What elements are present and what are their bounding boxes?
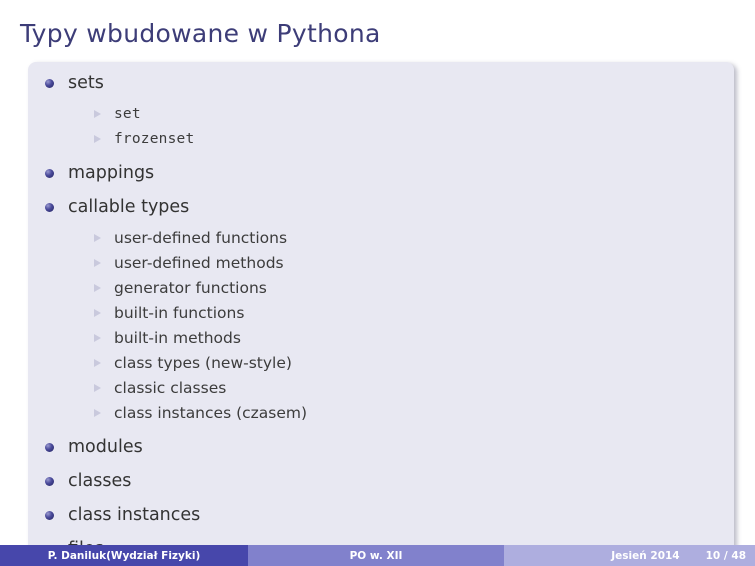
list-item-label: class instances: [68, 505, 201, 525]
ball-bullet-icon: [45, 203, 54, 212]
triangle-bullet-icon: [94, 359, 101, 367]
footer-author: P. Daniluk(Wydział Fizyki): [0, 545, 248, 566]
footer-presentation-title: PO w. XII: [248, 545, 504, 566]
list-item-classes: classes: [28, 471, 734, 491]
list-item-label: classic classes: [114, 379, 227, 397]
list-item-callable-types: callable types: [28, 197, 734, 217]
list-item-label: frozenset: [114, 131, 195, 147]
list-item-class-instances-czasem: class instances (czasem): [28, 403, 734, 423]
list-item-user-defined-functions: user-defined functions: [28, 228, 734, 248]
list-item-generator-functions: generator functions: [28, 278, 734, 298]
list-item-label: built-in functions: [114, 304, 245, 322]
content-block: sets set frozenset mappings callable typ…: [28, 62, 734, 554]
footer-page-number: 10 / 48: [705, 549, 746, 562]
page-title: Typy wbudowane w Pythona: [20, 19, 381, 48]
triangle-bullet-icon: [94, 135, 101, 143]
list-item-label: class types (new-style): [114, 354, 292, 372]
list-item-modules: modules: [28, 437, 734, 457]
list-item-frozenset: frozenset: [28, 129, 734, 149]
footer-author-label: P. Daniluk(Wydział Fizyki): [47, 549, 201, 562]
list-item-user-defined-methods: user-defined methods: [28, 253, 734, 273]
list-item-label: generator functions: [114, 279, 267, 297]
list-item-label: callable types: [68, 197, 190, 217]
ball-bullet-icon: [45, 79, 54, 88]
ball-bullet-icon: [45, 511, 54, 520]
triangle-bullet-icon: [94, 334, 101, 342]
list-item-built-in-methods: built-in methods: [28, 328, 734, 348]
ball-bullet-icon: [45, 443, 54, 452]
list-item-label: user-defined functions: [114, 229, 288, 247]
list-item-classic-classes: classic classes: [28, 378, 734, 398]
list-item-label: sets: [68, 73, 104, 93]
triangle-bullet-icon: [94, 234, 101, 242]
list-item-built-in-functions: built-in functions: [28, 303, 734, 323]
list-item-set: set: [28, 104, 734, 124]
list-item-sets: sets: [28, 73, 734, 93]
footer-bar: P. Daniluk(Wydział Fizyki) PO w. XII Jes…: [0, 545, 755, 566]
footer-date-label: Jesień 2014: [611, 549, 680, 562]
footer-meta: Jesień 2014 10 / 48: [504, 545, 755, 566]
triangle-bullet-icon: [94, 259, 101, 267]
list-item-label: mappings: [68, 163, 155, 183]
list-item-class-types: class types (new-style): [28, 353, 734, 373]
builtin-types-list: sets set frozenset mappings callable typ…: [28, 73, 734, 554]
list-item-label: class instances (czasem): [114, 404, 308, 422]
list-item-label: classes: [68, 471, 132, 491]
triangle-bullet-icon: [94, 409, 101, 417]
footer-title-label: PO w. XII: [349, 549, 403, 562]
triangle-bullet-icon: [94, 384, 101, 392]
list-item-label: user-defined methods: [114, 254, 284, 272]
ball-bullet-icon: [45, 169, 54, 178]
list-item-class-instances: class instances: [28, 505, 734, 525]
list-item-label: built-in methods: [114, 329, 241, 347]
triangle-bullet-icon: [94, 284, 101, 292]
triangle-bullet-icon: [94, 309, 101, 317]
triangle-bullet-icon: [94, 110, 101, 118]
list-item-label: modules: [68, 437, 143, 457]
list-item-mappings: mappings: [28, 163, 734, 183]
ball-bullet-icon: [45, 477, 54, 486]
list-item-label: set: [114, 106, 141, 122]
